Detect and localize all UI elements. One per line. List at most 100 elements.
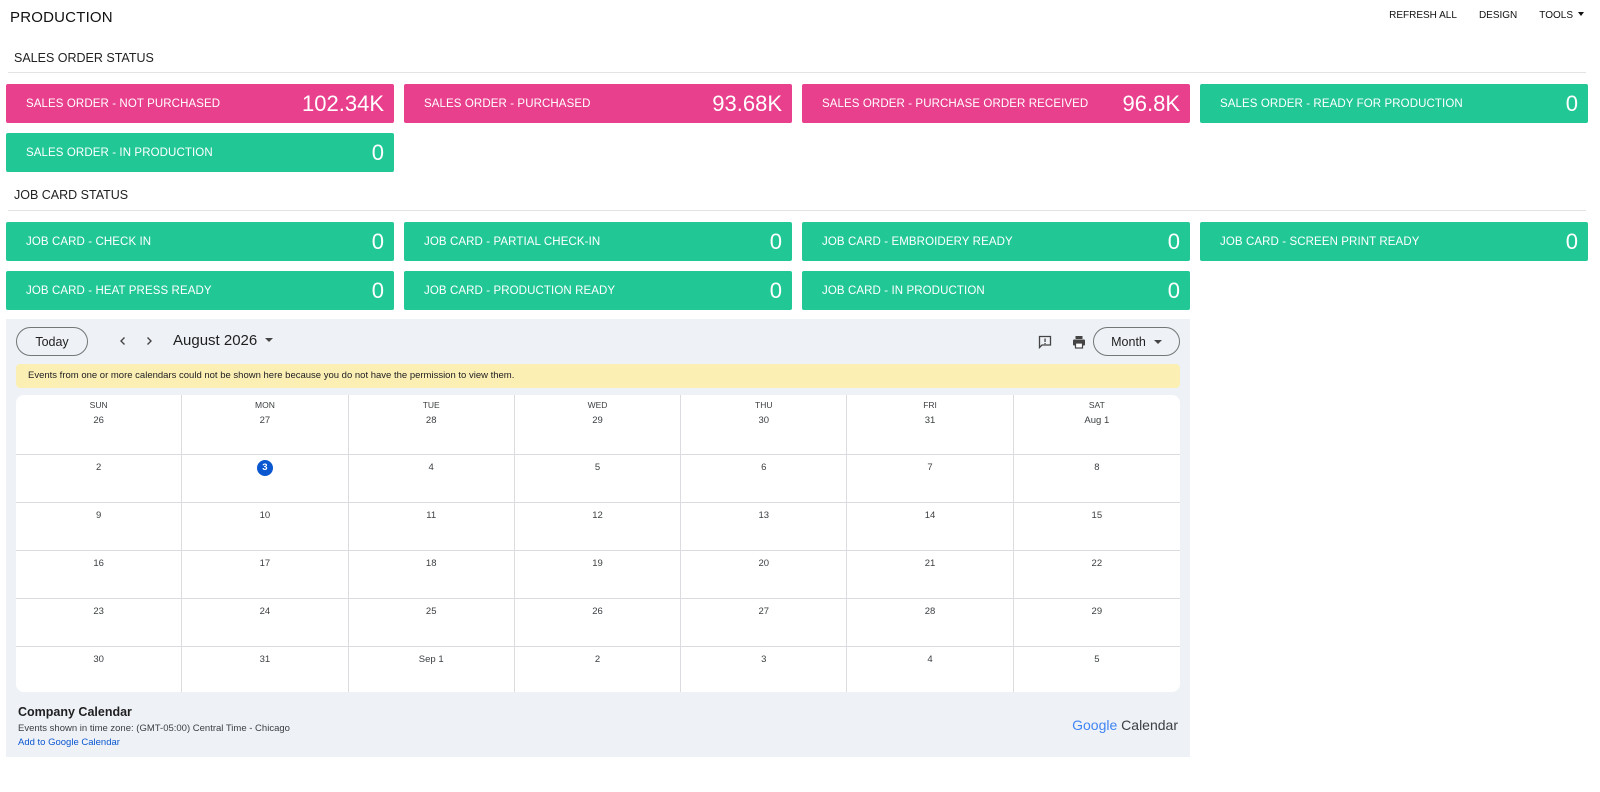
day-cell[interactable]: 21 [847,551,1014,599]
date-number: 2 [594,654,601,665]
day-cell[interactable]: 5 [1014,647,1180,692]
date-number: 24 [259,606,271,617]
day-cell[interactable]: 4 [847,647,1014,692]
sales-section-title: SALES ORDER STATUS [14,51,154,65]
sales-tile-not-purchased[interactable]: SALES ORDER - NOT PURCHASED 102.34K [6,84,394,123]
tile-label: SALES ORDER - READY FOR PRODUCTION [1220,97,1463,110]
month-label: August 2026 [173,332,258,349]
job-section-title: JOB CARD STATUS [14,188,129,202]
view-selector[interactable]: Month [1093,327,1180,356]
day-cell[interactable]: 5 [514,455,682,503]
job-tile-heat-press-ready[interactable]: JOB CARD - HEAT PRESS READY 0 [6,271,394,310]
day-cell[interactable]: 29 [1013,599,1180,647]
date-number: 14 [924,510,936,521]
day-cell[interactable]: THU 30 [681,395,848,455]
day-cell[interactable]: 25 [348,599,515,647]
day-cell[interactable]: MON 27 [182,395,349,455]
job-tile-screen-print-ready[interactable]: JOB CARD - SCREEN PRINT READY 0 [1200,222,1588,261]
day-cell[interactable]: 11 [348,503,515,551]
tile-label: JOB CARD - HEAT PRESS READY [26,284,212,297]
sales-tile-in-production[interactable]: SALES ORDER - IN PRODUCTION 0 [6,133,394,172]
day-cell[interactable]: 3 [182,455,349,503]
job-tile-embroidery-ready[interactable]: JOB CARD - EMBROIDERY READY 0 [802,222,1190,261]
google-calendar-logo[interactable]: Google Calendar [1072,717,1178,733]
today-button[interactable]: Today [16,327,88,356]
tile-value: 102.34K [302,90,384,116]
day-cell[interactable]: SAT Aug 1 [1013,395,1180,455]
feedback-icon[interactable] [1035,332,1055,352]
day-cell[interactable]: 28 [847,599,1014,647]
job-tile-in-production[interactable]: JOB CARD - IN PRODUCTION 0 [802,271,1190,310]
date-number: 29 [592,415,603,426]
date-number: 13 [758,510,770,521]
permission-warning-banner: Events from one or more calendars could … [16,364,1180,388]
day-cell[interactable]: 27 [681,599,848,647]
date-number: 28 [425,415,437,426]
day-cell[interactable]: 13 [681,503,848,551]
tile-value: 93.68K [712,90,782,116]
job-tile-check-in[interactable]: JOB CARD - CHECK IN 0 [6,222,394,261]
day-cell[interactable]: 10 [182,503,349,551]
date-number: 22 [1091,558,1103,569]
date-number: 11 [426,510,437,521]
print-icon[interactable] [1069,332,1089,352]
day-cell[interactable]: 20 [681,551,848,599]
refresh-all-button[interactable]: REFRESH ALL [1389,10,1457,21]
google-wordmark: Google [1072,717,1118,733]
tile-label: JOB CARD - PARTIAL CHECK-IN [424,235,601,248]
day-cell[interactable]: 4 [348,455,515,503]
today-date-number: 3 [256,460,273,476]
tools-label: TOOLS [1539,10,1573,21]
day-cell[interactable]: 22 [1013,551,1180,599]
design-button[interactable]: DESIGN [1479,10,1517,21]
date-number: 29 [1091,606,1103,617]
day-cell[interactable]: 30 [16,647,183,692]
day-cell[interactable]: 3 [681,647,848,692]
day-cell[interactable]: WED 29 [514,395,682,455]
date-number: 5 [1094,654,1100,665]
day-cell[interactable]: 17 [182,551,349,599]
day-cell[interactable]: 15 [1013,503,1180,551]
day-cell[interactable]: 26 [514,599,682,647]
job-tile-partial-check-in[interactable]: JOB CARD - PARTIAL CHECK-IN 0 [404,222,792,261]
day-cell[interactable]: SUN 26 [16,395,183,455]
tools-menu-button[interactable]: TOOLS [1539,10,1584,21]
date-number: 12 [592,510,603,521]
day-cell[interactable]: Sep 1 [349,647,515,692]
date-number: 30 [758,415,770,426]
sales-tile-purchased[interactable]: SALES ORDER - PURCHASED 93.68K [404,84,792,123]
day-cell[interactable]: 6 [681,455,848,503]
day-cell[interactable]: 12 [514,503,682,551]
tile-value: 0 [769,228,782,254]
sales-tile-po-received[interactable]: SALES ORDER - PURCHASE ORDER RECEIVED 96… [802,84,1190,123]
date-number: 23 [93,606,104,617]
job-tile-production-ready[interactable]: JOB CARD - PRODUCTION READY 0 [404,271,792,310]
day-cell[interactable]: TUE 28 [348,395,515,455]
date-number: 4 [428,462,434,473]
month-picker[interactable]: August 2026 [173,332,274,349]
chevron-right-icon[interactable] [140,332,158,350]
day-cell[interactable]: 19 [514,551,682,599]
add-to-google-calendar-link[interactable]: Add to Google Calendar [18,737,120,748]
tile-value: 0 [1167,277,1180,303]
date-number: 26 [592,606,603,617]
chevron-left-icon[interactable] [114,332,132,350]
day-cell[interactable]: 31 [182,647,349,692]
tile-value: 0 [371,277,384,303]
day-cell[interactable]: 16 [16,551,183,599]
day-cell[interactable]: 24 [182,599,349,647]
timezone-text: Events shown in time zone: (GMT-05:00) C… [18,723,290,734]
weekday-header: TUE [422,400,440,410]
day-cell[interactable]: 18 [348,551,515,599]
day-cell[interactable]: 23 [16,599,183,647]
day-cell[interactable]: 2 [16,455,183,503]
day-cell[interactable]: 14 [847,503,1014,551]
day-cell[interactable]: 8 [1013,455,1180,503]
sales-tile-ready-for-production[interactable]: SALES ORDER - READY FOR PRODUCTION 0 [1200,84,1588,123]
day-cell[interactable]: 7 [847,455,1014,503]
divider [8,210,1586,211]
day-cell[interactable]: 2 [515,647,682,692]
day-cell[interactable]: 9 [16,503,183,551]
caret-down-icon [1578,12,1584,16]
day-cell[interactable]: FRI 31 [847,395,1014,455]
